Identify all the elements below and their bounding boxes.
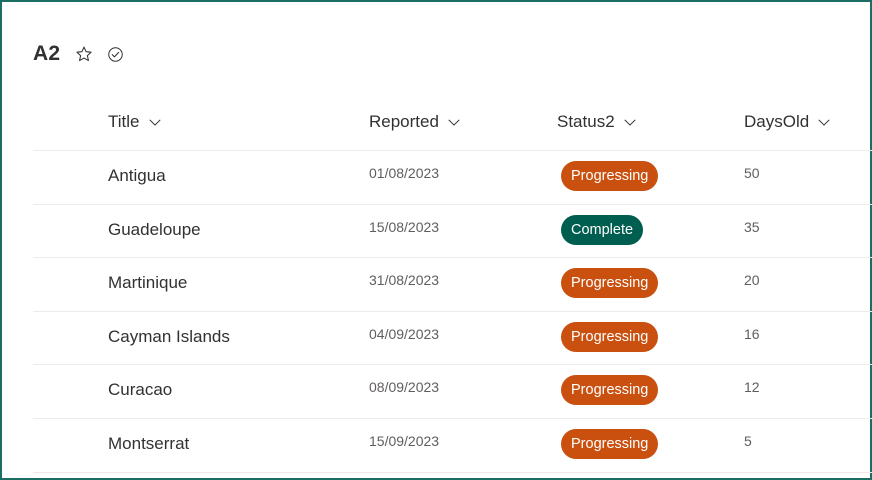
column-header-label: Title bbox=[108, 112, 140, 131]
table-row[interactable]: Montserrat 15/09/2023 Progressing 5 bbox=[33, 419, 872, 473]
column-header-row: Title Reported Status2 DaysOld bbox=[33, 96, 872, 151]
cell-title[interactable]: Antigua bbox=[108, 166, 166, 186]
cell-reported: 08/09/2023 bbox=[369, 379, 440, 396]
list-view-frame: A2 Title Reported Status2 DaysOld Antigu… bbox=[0, 0, 872, 480]
table-row[interactable]: Antigua 01/08/2023 Progressing 50 bbox=[33, 151, 872, 205]
status-badge[interactable]: Progressing bbox=[561, 321, 659, 352]
status-badge[interactable]: Progressing bbox=[561, 161, 659, 191]
cell-reported: 15/08/2023 bbox=[369, 218, 440, 235]
cell-reported: 15/09/2023 bbox=[369, 432, 440, 449]
status-badge[interactable]: Progressing bbox=[561, 268, 659, 299]
cell-reported: 31/08/2023 bbox=[369, 272, 440, 289]
list-header: A2 bbox=[33, 42, 124, 66]
cell-reported: 01/08/2023 bbox=[369, 165, 440, 181]
cell-daysold: 12 bbox=[744, 379, 760, 396]
chevron-down-icon bbox=[148, 119, 161, 126]
column-header-reported[interactable]: Reported bbox=[369, 112, 461, 132]
status-badge[interactable]: Progressing bbox=[561, 428, 659, 459]
cell-title[interactable]: Montserrat bbox=[108, 434, 189, 454]
cell-daysold: 16 bbox=[744, 325, 760, 342]
check-circle-icon[interactable] bbox=[106, 45, 124, 63]
status-badge[interactable]: Complete bbox=[561, 214, 644, 245]
column-header-label: Reported bbox=[369, 112, 439, 131]
chevron-down-icon bbox=[818, 119, 830, 126]
table-row[interactable]: Guadeloupe 15/08/2023 Complete 35 bbox=[33, 205, 872, 259]
cell-title[interactable]: Curacao bbox=[108, 380, 172, 400]
cell-daysold: 5 bbox=[744, 432, 752, 449]
column-header-title[interactable]: Title bbox=[108, 112, 162, 132]
status-badge[interactable]: Progressing bbox=[561, 375, 659, 406]
column-header-label: DaysOld bbox=[744, 112, 810, 131]
chevron-down-icon bbox=[624, 119, 636, 126]
chevron-down-icon bbox=[448, 119, 460, 126]
column-header-daysold[interactable]: DaysOld bbox=[744, 112, 831, 132]
cell-title[interactable]: Guadeloupe bbox=[108, 220, 201, 240]
cell-title[interactable]: Cayman Islands bbox=[108, 327, 230, 347]
star-icon[interactable] bbox=[74, 44, 94, 64]
cell-daysold: 35 bbox=[744, 218, 760, 235]
column-header-status[interactable]: Status2 bbox=[557, 112, 637, 132]
table-row[interactable]: Cayman Islands 04/09/2023 Progressing 16 bbox=[33, 312, 872, 366]
table-row[interactable]: Curacao 08/09/2023 Progressing 12 bbox=[33, 365, 872, 419]
cell-daysold: 20 bbox=[744, 272, 760, 289]
cell-title[interactable]: Martinique bbox=[108, 273, 187, 293]
list-title: A2 bbox=[33, 42, 61, 65]
cell-reported: 04/09/2023 bbox=[369, 325, 440, 342]
cell-daysold: 50 bbox=[744, 165, 760, 181]
column-header-label: Status2 bbox=[557, 112, 615, 131]
list-grid: Title Reported Status2 DaysOld Antigua 0… bbox=[33, 96, 872, 473]
table-row[interactable]: Martinique 31/08/2023 Progressing 20 bbox=[33, 258, 872, 312]
